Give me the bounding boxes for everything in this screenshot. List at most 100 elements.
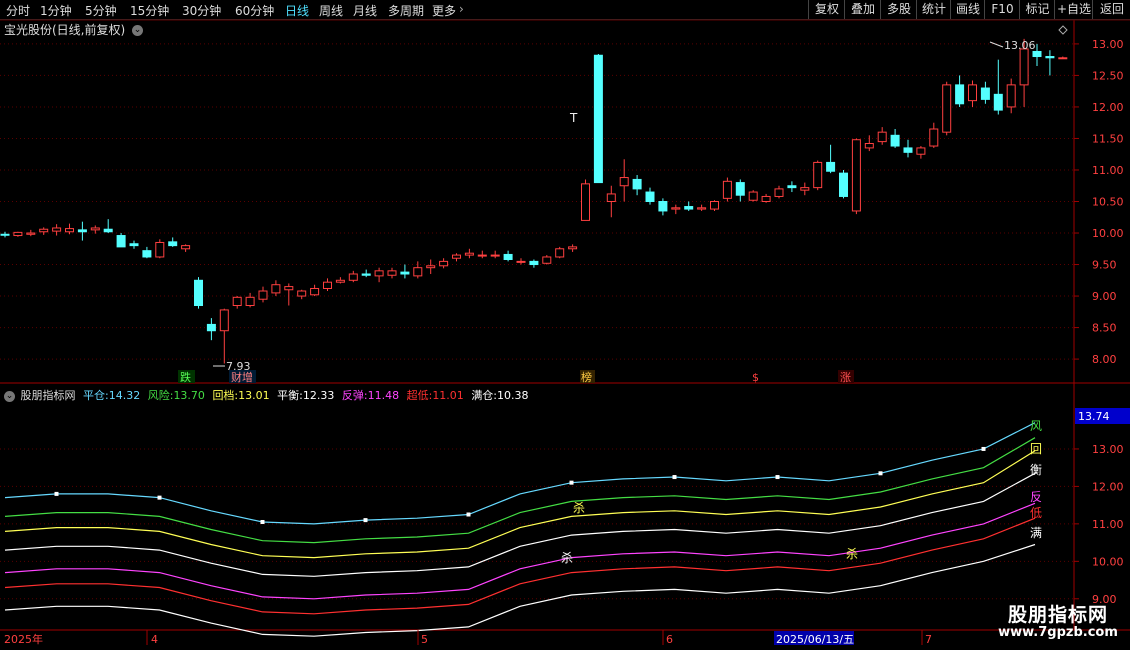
candle-body [348,273,358,281]
indicator-dot [775,475,780,480]
price-tick-label: 10.00 [1092,227,1124,240]
candle-body [116,235,126,248]
current-value-label: 13.74 [1078,410,1110,423]
ind-tick-label: 13.00 [1092,443,1124,456]
indicator-dot [157,495,162,500]
candle-body [839,172,848,197]
candle-body [65,228,74,233]
date-label-4: 4 [151,633,158,646]
indicator-dot [981,446,986,451]
diamond-icon[interactable] [1058,25,1068,35]
candle-body [619,177,629,187]
indicator-dot [878,471,883,476]
candle-body [219,309,229,332]
candle-body [774,188,784,197]
price-tick-label: 13.00 [1092,38,1124,51]
candle-body [529,260,539,266]
candle-body [464,252,474,256]
indicator-dot [363,518,368,523]
candle-body [245,296,255,307]
indicator-dot [260,519,265,524]
price-axis: 13.00 12.50 12.00 11.50 11.00 10.50 10.00 9.50 9… [1074,38,1124,606]
date-label-year: 2025年 [4,632,43,646]
ind-value: 12.33 [302,389,335,402]
indicator-line [4,502,1036,600]
indicator-dot [672,475,677,480]
chart-canvas[interactable]: 13.00 12.50 12.00 11.50 11.00 10.50 10.00 9.50 9… [0,0,1130,650]
event-tag-caizeng[interactable]: 财增 [231,370,253,384]
candle-body [542,256,552,264]
indicator-menu-chevron-icon[interactable]: ⌄ [4,390,15,402]
price-tick-label: 9.00 [1092,290,1117,303]
candle-body [555,248,565,258]
candle-body [194,279,203,307]
candle-body [90,227,100,231]
candle-body [826,161,836,172]
candle-body [142,250,152,258]
signal-tag-3: 杀 [846,546,858,561]
ind-label: 风险: [147,389,174,402]
event-tag-bang[interactable]: 榜 [581,370,592,384]
indicator-dot [466,512,471,517]
line-tag-heng: 衡 [1030,463,1042,477]
indicator-header: ⌄ 股朋指标网 平仓:14.32 风险:13.70 回档:13.01 平衡:12… [4,387,533,403]
candle-body [942,84,952,133]
high-price-label: 13.06 [1004,39,1036,52]
ind-item-fantan: 反弹:11.48 [342,389,399,402]
ind-value: 13.70 [173,389,205,402]
ind-tick-label: 10.00 [1092,555,1124,568]
candle-body [181,245,191,250]
candle-body [297,290,307,297]
line-tag-di: 低 [1030,506,1042,520]
date-cursor-label: 2025/06/13/五 [776,633,854,646]
candle-body [671,207,681,210]
ind-item-huidang: 回档:13.01 [212,389,269,402]
candle-body [813,161,823,189]
candle-body [658,201,668,212]
indicator-name[interactable]: 股朋指标网 [21,389,76,402]
candle-body [0,233,10,236]
high-pointer [989,41,1004,48]
candle-body [26,232,36,235]
watermark-title: 股朋指标网 [1007,604,1108,626]
candle-body [452,254,461,259]
indicator-line [4,517,1036,615]
ind-item-chaodi: 超低:11.01 [407,389,464,402]
candle-body [1032,50,1042,58]
ind-label: 回档: [212,389,239,402]
candle-body [1006,84,1016,108]
ind-item-pingheng: 平衡:12.33 [277,389,334,402]
candle-body [310,287,320,296]
candle-body [155,241,165,258]
candle-body [684,206,694,210]
price-tick-label: 12.00 [1092,101,1124,114]
candle-body [568,246,578,250]
candle-body [1045,56,1055,59]
candle-body [129,243,139,247]
indicator-line [4,437,1036,544]
candle-body [877,131,887,143]
candle-body [735,182,745,196]
ind-value: 10.38 [497,389,529,402]
date-label-5: 5 [421,633,428,646]
event-tag-dollar[interactable]: $ [752,371,759,384]
candle-body [271,284,281,294]
ind-item-mancang: 满仓:10.38 [471,389,528,402]
indicator-line [4,543,1036,637]
candle-body [916,147,926,155]
candle-body [632,178,642,190]
candle-body [787,185,797,189]
candle-body [722,180,732,199]
candle-body [168,241,178,247]
ind-item-pingcang: 平仓:14.32 [83,389,140,402]
candle-body [503,253,513,260]
line-tag-man: 满 [1030,526,1042,540]
event-tag-zhang[interactable]: 涨 [840,371,851,384]
candle-body [606,193,616,203]
signal-tag-2: 杀 [561,550,573,565]
ind-value: 14.32 [108,389,141,402]
event-tag-die[interactable]: 跌 [180,370,191,384]
ind-label: 平仓: [83,389,109,402]
candle-body [52,227,62,232]
candle-body [232,296,242,307]
